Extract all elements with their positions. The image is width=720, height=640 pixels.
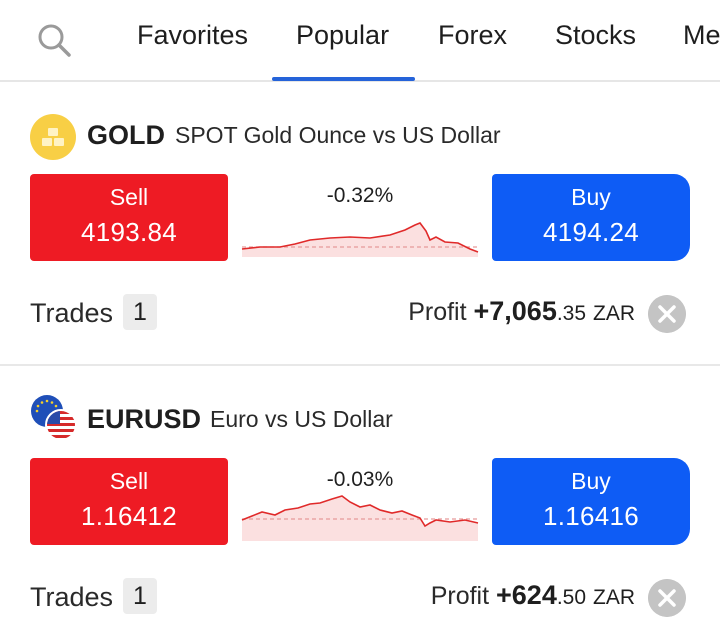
profit-amount: +624 bbox=[496, 580, 557, 610]
profit-currency: ZAR bbox=[593, 302, 635, 325]
profit-label: Profit bbox=[408, 298, 467, 326]
profit-display: Profit +7,065.35 ZAR bbox=[408, 296, 635, 327]
active-tab-indicator bbox=[272, 77, 415, 81]
sparkline-chart bbox=[241, 222, 479, 257]
trades-count-badge[interactable]: 1 bbox=[123, 578, 157, 614]
instrument-card-gold: GOLD SPOT Gold Ounce vs US Dollar Sell 4… bbox=[0, 84, 720, 366]
price-change: -0.03% bbox=[326, 468, 394, 491]
card-divider bbox=[0, 364, 720, 366]
profit-label: Profit bbox=[430, 582, 490, 610]
tab-favorites[interactable]: Favorites bbox=[137, 20, 248, 56]
sparkline-chart bbox=[241, 495, 479, 541]
sell-price: 1.16412 bbox=[80, 501, 178, 531]
trades-label: Trades bbox=[30, 582, 114, 612]
instrument-symbol: EURUSD bbox=[87, 404, 202, 434]
sell-button[interactable]: Sell 4193.84 bbox=[30, 174, 228, 261]
buy-button[interactable]: Buy 4194.24 bbox=[492, 174, 690, 261]
tab-more[interactable]: Me bbox=[683, 20, 720, 56]
profit-display: Profit +624.50 ZAR bbox=[431, 580, 635, 611]
buy-price: 1.16416 bbox=[542, 501, 640, 531]
instrument-card-eurusd: EURUSD Euro vs US Dollar Sell 1.16412 -0… bbox=[0, 368, 720, 640]
instrument-description: SPOT Gold Ounce vs US Dollar bbox=[175, 122, 501, 148]
buy-label: Buy bbox=[571, 184, 611, 210]
price-change: -0.32% bbox=[326, 184, 394, 207]
instrument-symbol: GOLD bbox=[87, 120, 165, 150]
trades-count-badge[interactable]: 1 bbox=[123, 294, 157, 330]
sell-button[interactable]: Sell 1.16412 bbox=[30, 458, 228, 545]
tab-stocks[interactable]: Stocks bbox=[555, 20, 636, 56]
category-tab-bar: Favorites Popular Forex Stocks Me bbox=[0, 0, 720, 82]
profit-currency: ZAR bbox=[593, 586, 635, 609]
gold-bars-icon bbox=[30, 114, 76, 160]
tab-forex[interactable]: Forex bbox=[438, 20, 507, 56]
trades-label: Trades bbox=[30, 298, 114, 328]
sell-price: 4193.84 bbox=[80, 217, 178, 247]
profit-decimals: .35 bbox=[556, 302, 587, 325]
eu-us-flags-icon bbox=[31, 395, 77, 441]
profit-decimals: .50 bbox=[556, 586, 587, 609]
profit-amount: +7,065 bbox=[473, 296, 557, 326]
buy-button[interactable]: Buy 1.16416 bbox=[492, 458, 690, 545]
sell-label: Sell bbox=[109, 184, 149, 210]
tab-popular[interactable]: Popular bbox=[296, 20, 389, 56]
instrument-description: Euro vs US Dollar bbox=[210, 406, 393, 432]
buy-label: Buy bbox=[571, 468, 611, 494]
sell-label: Sell bbox=[109, 468, 149, 494]
close-position-icon[interactable] bbox=[648, 295, 686, 333]
search-icon[interactable] bbox=[34, 20, 74, 60]
close-position-icon[interactable] bbox=[648, 579, 686, 617]
buy-price: 4194.24 bbox=[542, 217, 640, 247]
